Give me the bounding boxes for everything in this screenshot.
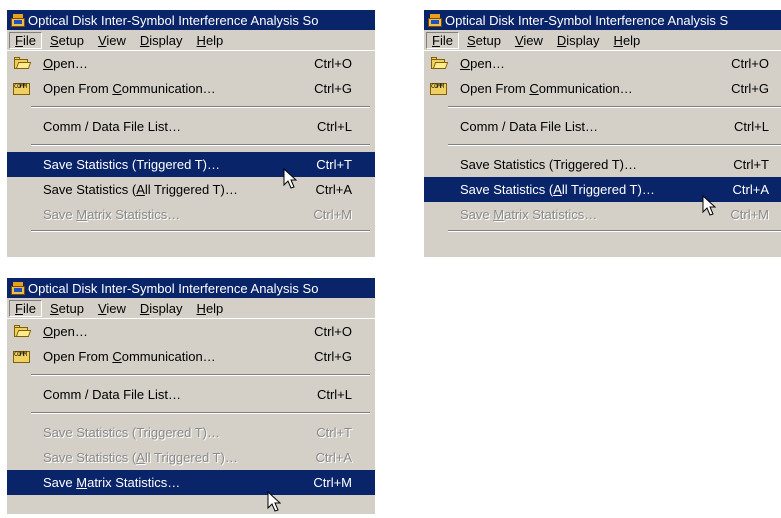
shortcut: Ctrl+A <box>315 182 352 197</box>
menubar-item-help[interactable]: Help <box>191 300 230 317</box>
mouse-cursor-icon <box>267 491 282 512</box>
folder-open-icon <box>13 324 32 339</box>
shortcut: Ctrl+L <box>316 119 352 134</box>
app-icon <box>11 13 25 27</box>
menubar-item-file[interactable]: File <box>426 31 459 49</box>
menu-item-save-statistics-triggered[interactable]: Save Statistics (Triggered T)… Ctrl+T <box>7 420 375 445</box>
menu-item-open[interactable]: Open… Ctrl+O <box>7 51 375 76</box>
menubar: File Setup View Display Help <box>7 298 375 318</box>
shortcut: Ctrl+G <box>314 81 352 96</box>
shortcut: Ctrl+O <box>314 324 352 339</box>
menu-item-save-statistics-all-triggered[interactable]: Save Statistics (All Triggered T)… Ctrl+… <box>424 177 781 202</box>
window-title: Optical Disk Inter-Symbol Interference A… <box>445 12 729 28</box>
menu-item-open-from-communication[interactable]: COMM Open From Communication… Ctrl+G <box>424 76 781 101</box>
menubar: File Setup View Display Help <box>7 30 375 50</box>
window-titlebar: Optical Disk Inter-Symbol Interference A… <box>424 10 781 30</box>
menu-separator <box>31 412 370 414</box>
shortcut: Ctrl+M <box>313 475 352 490</box>
menubar-item-display[interactable]: Display <box>551 32 606 49</box>
menubar: File Setup View Display Help <box>424 30 781 50</box>
window-titlebar: Optical Disk Inter-Symbol Interference A… <box>7 278 375 298</box>
menu-item-file-list[interactable]: Comm / Data File List… Ctrl+L <box>7 382 375 407</box>
shortcut: Ctrl+G <box>731 81 769 96</box>
menubar-item-setup[interactable]: Setup <box>44 300 90 317</box>
mouse-cursor-icon <box>702 195 717 216</box>
menu-item-file-list[interactable]: Comm / Data File List… Ctrl+L <box>424 114 781 139</box>
folder-open-icon <box>430 56 449 71</box>
menu-item-save-statistics-triggered[interactable]: Save Statistics (Triggered T)… Ctrl+T <box>424 152 781 177</box>
menu-separator <box>31 106 370 108</box>
comm-icon: COMM <box>430 82 448 96</box>
menubar-item-view[interactable]: View <box>92 32 132 49</box>
shortcut: Ctrl+A <box>732 182 769 197</box>
menu-item-save-statistics-all-triggered[interactable]: Save Statistics (All Triggered T)… Ctrl+… <box>7 177 375 202</box>
comm-icon: COMM <box>13 350 31 364</box>
shortcut: Ctrl+T <box>316 425 352 440</box>
menu-panel-3: Optical Disk Inter-Symbol Interference A… <box>7 278 375 514</box>
menu-item-save-statistics-all-triggered[interactable]: Save Statistics (All Triggered T)… Ctrl+… <box>7 445 375 470</box>
menu-item-open[interactable]: Open… Ctrl+O <box>7 319 375 344</box>
menu-separator <box>31 374 370 376</box>
app-icon <box>11 281 25 295</box>
shortcut: Ctrl+G <box>314 349 352 364</box>
menubar-item-setup[interactable]: Setup <box>44 32 90 49</box>
menu-item-open-from-communication[interactable]: COMM Open From Communication… Ctrl+G <box>7 76 375 101</box>
menu-item-save-matrix-statistics[interactable]: Save Matrix Statistics… Ctrl+M <box>7 202 375 227</box>
menubar-item-help[interactable]: Help <box>191 32 230 49</box>
menu-separator <box>31 230 370 232</box>
menu-item-open[interactable]: Open… Ctrl+O <box>424 51 781 76</box>
file-menu: Open… Ctrl+O COMM Open From Communicatio… <box>424 50 781 232</box>
shortcut: Ctrl+T <box>316 157 352 172</box>
menubar-item-file[interactable]: File <box>9 299 42 317</box>
shortcut: Ctrl+O <box>314 56 352 71</box>
shortcut: Ctrl+L <box>733 119 769 134</box>
menu-panel-2: Optical Disk Inter-Symbol Interference A… <box>424 10 781 257</box>
shortcut: Ctrl+T <box>733 157 769 172</box>
folder-open-icon <box>13 56 32 71</box>
menubar-item-help[interactable]: Help <box>608 32 647 49</box>
menu-item-open-from-communication[interactable]: COMM Open From Communication… Ctrl+G <box>7 344 375 369</box>
mouse-cursor-icon <box>283 168 298 189</box>
window-titlebar: Optical Disk Inter-Symbol Interference A… <box>7 10 375 30</box>
menu-separator <box>448 106 781 108</box>
menu-panel-1: Optical Disk Inter-Symbol Interference A… <box>7 10 375 257</box>
window-title: Optical Disk Inter-Symbol Interference A… <box>28 12 319 28</box>
menubar-item-file[interactable]: File <box>9 31 42 49</box>
menu-separator <box>31 144 370 146</box>
menubar-item-view[interactable]: View <box>92 300 132 317</box>
menu-item-save-statistics-triggered[interactable]: Save Statistics (Triggered T)… Ctrl+T <box>7 152 375 177</box>
window-title: Optical Disk Inter-Symbol Interference A… <box>28 280 319 296</box>
menu-item-save-matrix-statistics[interactable]: Save Matrix Statistics… Ctrl+M <box>424 202 781 227</box>
file-menu: Open… Ctrl+O COMM Open From Communicatio… <box>7 318 375 495</box>
comm-icon: COMM <box>13 82 31 96</box>
menu-separator <box>448 230 781 232</box>
shortcut: Ctrl+L <box>316 387 352 402</box>
menubar-item-display[interactable]: Display <box>134 300 189 317</box>
shortcut: Ctrl+M <box>730 207 769 222</box>
file-menu: Open… Ctrl+O COMM Open From Communicatio… <box>7 50 375 232</box>
menu-separator <box>448 144 781 146</box>
shortcut: Ctrl+M <box>313 207 352 222</box>
shortcut: Ctrl+A <box>315 450 352 465</box>
app-icon <box>428 13 442 27</box>
shortcut: Ctrl+O <box>731 56 769 71</box>
menu-item-save-matrix-statistics[interactable]: Save Matrix Statistics… Ctrl+M <box>7 470 375 495</box>
menubar-item-view[interactable]: View <box>509 32 549 49</box>
menu-item-file-list[interactable]: Comm / Data File List… Ctrl+L <box>7 114 375 139</box>
menubar-item-display[interactable]: Display <box>134 32 189 49</box>
menubar-item-setup[interactable]: Setup <box>461 32 507 49</box>
